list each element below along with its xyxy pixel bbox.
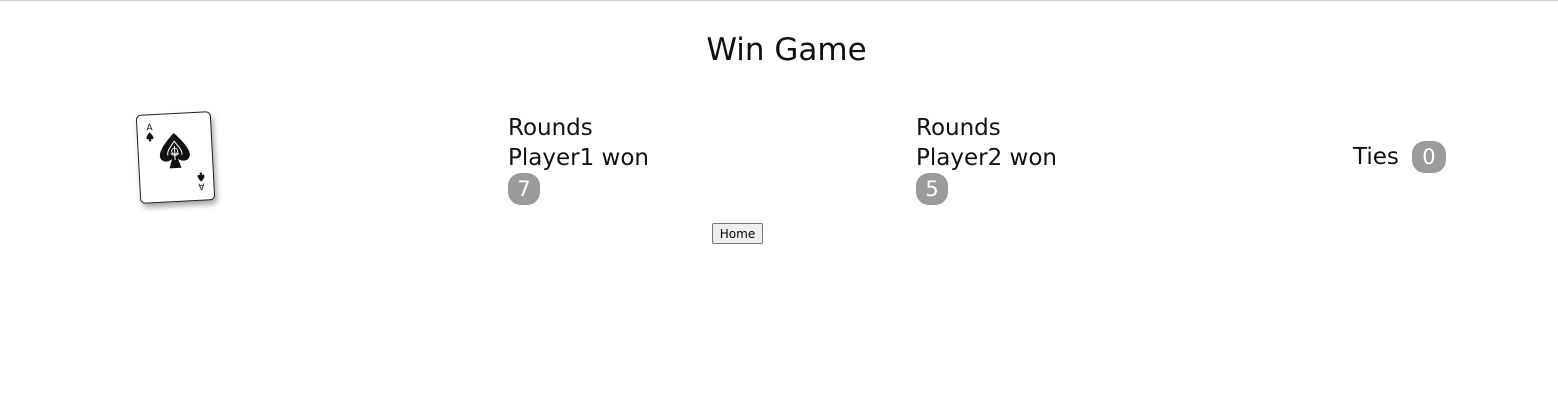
player2-count-badge: 5 <box>916 173 948 205</box>
page-title: Win Game <box>706 32 867 68</box>
ties-score: Ties 0 <box>1353 141 1446 173</box>
ties-label: Ties <box>1353 144 1399 170</box>
card-rank-bottom: A <box>197 181 205 191</box>
player1-score: Rounds Player1 won 7 <box>508 113 649 205</box>
player2-score: Rounds Player2 won 5 <box>916 113 1057 205</box>
player2-rounds-label: Rounds <box>916 115 1001 141</box>
card-rank-top: A <box>146 123 154 133</box>
player1-won-label: Player1 won <box>508 145 649 171</box>
ace-of-spades-icon: A A <box>146 123 205 191</box>
player2-won-label: Player2 won <box>916 145 1057 171</box>
playing-card: A A <box>135 111 216 204</box>
top-divider <box>0 0 1558 1</box>
ties-count-badge: 0 <box>1411 141 1446 173</box>
player1-count-badge: 7 <box>508 173 540 205</box>
home-button[interactable]: Home <box>712 223 763 244</box>
player1-rounds-label: Rounds <box>508 115 593 141</box>
